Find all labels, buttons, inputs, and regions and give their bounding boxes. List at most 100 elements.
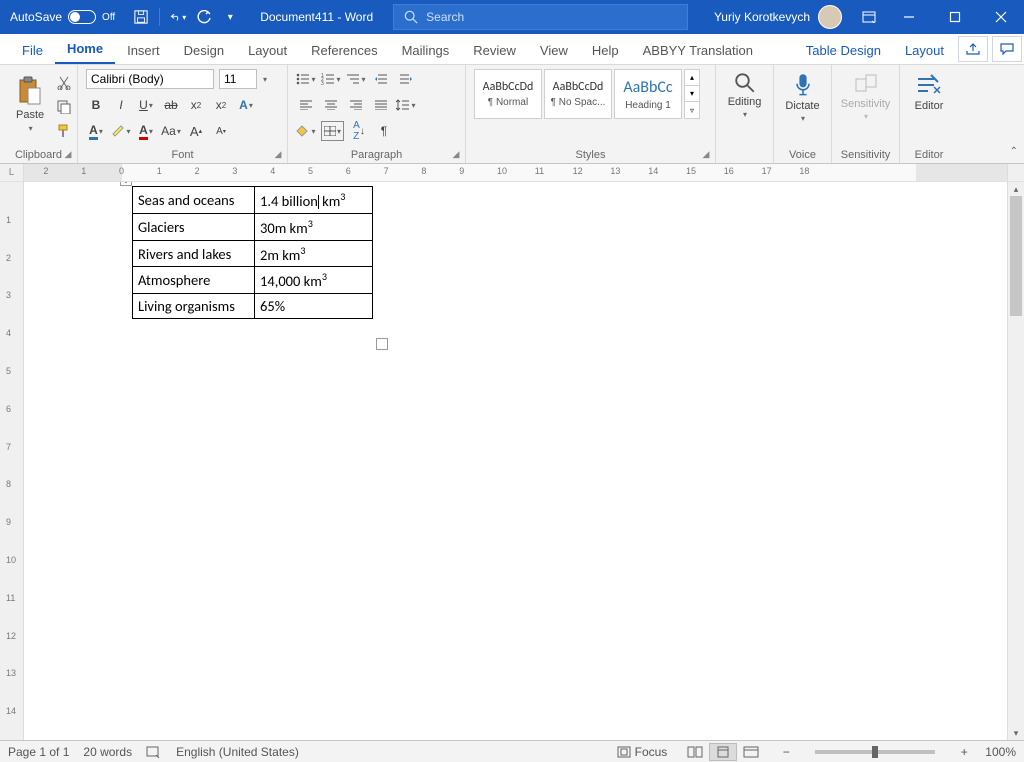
shrink-font-icon[interactable]: A▾: [211, 121, 231, 141]
strikethrough-icon[interactable]: ab: [161, 95, 181, 115]
scroll-up-icon[interactable]: ▴: [1008, 182, 1024, 196]
horizontal-ruler[interactable]: 210123456789101112131415161718: [24, 164, 1007, 181]
sort-icon[interactable]: AZ↓: [349, 121, 369, 141]
highlight-icon[interactable]: ▾: [111, 121, 131, 141]
font-name-input[interactable]: [86, 69, 214, 89]
table-cell[interactable]: Glaciers: [133, 213, 255, 240]
maximize-button[interactable]: [932, 0, 978, 34]
table-cell[interactable]: Seas and oceans: [133, 187, 255, 214]
zoom-slider[interactable]: [815, 750, 935, 754]
dictate-button[interactable]: Dictate▾: [782, 69, 823, 128]
cut-icon[interactable]: [54, 73, 74, 93]
tab-file[interactable]: File: [10, 37, 55, 64]
tab-table-layout[interactable]: Layout: [893, 37, 956, 64]
tab-abbyy[interactable]: ABBYY Translation: [631, 37, 765, 64]
undo-icon[interactable]: ▾: [170, 9, 186, 25]
table-resize-handle-icon[interactable]: [376, 338, 388, 350]
tab-layout[interactable]: Layout: [236, 37, 299, 64]
ribbon-display-options-icon[interactable]: [852, 0, 886, 34]
tab-mailings[interactable]: Mailings: [390, 37, 462, 64]
table-cell[interactable]: Living organisms: [133, 294, 255, 319]
vertical-ruler[interactable]: 1234567891011121314: [0, 182, 24, 740]
align-right-icon[interactable]: [346, 95, 366, 115]
tab-table-design[interactable]: Table Design: [794, 37, 893, 64]
multilevel-list-icon[interactable]: ▾: [346, 69, 366, 89]
user-account[interactable]: Yuriy Korotkevych: [704, 5, 852, 29]
text-effects-icon[interactable]: A▾: [236, 95, 256, 115]
table-row[interactable]: Rivers and lakes2m km3: [133, 240, 373, 267]
styles-gallery[interactable]: AaBbCcDd¶ Normal AaBbCcDd¶ No Spac... Aa…: [474, 69, 707, 119]
scroll-thumb[interactable]: [1010, 196, 1022, 316]
table-move-handle-icon[interactable]: ✥: [120, 182, 132, 186]
tab-help[interactable]: Help: [580, 37, 631, 64]
tab-review[interactable]: Review: [461, 37, 528, 64]
table-cell[interactable]: 1.4 billion km3: [255, 187, 373, 214]
tab-insert[interactable]: Insert: [115, 37, 172, 64]
table-cell[interactable]: 30m km3: [255, 213, 373, 240]
status-page[interactable]: Page 1 of 1: [8, 745, 69, 759]
status-words[interactable]: 20 words: [83, 745, 132, 759]
styles-launcher-icon[interactable]: ◢: [701, 149, 711, 159]
superscript-icon[interactable]: x2: [211, 95, 231, 115]
format-painter-icon[interactable]: [54, 121, 74, 141]
editing-button[interactable]: Editing▾: [724, 69, 765, 124]
underline-icon[interactable]: U▾: [136, 95, 156, 115]
autosave-toggle[interactable]: AutoSave Off: [0, 10, 125, 24]
table-cell[interactable]: 2m km3: [255, 240, 373, 267]
web-layout-icon[interactable]: [737, 743, 765, 761]
redo-icon[interactable]: [196, 9, 212, 25]
table-cell[interactable]: Atmosphere: [133, 267, 255, 294]
status-language[interactable]: English (United States): [176, 745, 299, 759]
close-button[interactable]: [978, 0, 1024, 34]
read-mode-icon[interactable]: [681, 743, 709, 761]
tab-view[interactable]: View: [528, 37, 580, 64]
font-color-icon[interactable]: A▾: [86, 121, 106, 141]
paragraph-launcher-icon[interactable]: ◢: [451, 149, 461, 159]
zoom-level[interactable]: 100%: [985, 745, 1016, 759]
qat-customize-icon[interactable]: ▾: [222, 9, 238, 25]
comments-button[interactable]: [992, 36, 1022, 62]
grow-font-icon[interactable]: A▴: [186, 121, 206, 141]
editor-button[interactable]: Editor: [908, 69, 950, 116]
scroll-down-icon[interactable]: ▾: [1008, 726, 1024, 740]
font-color2-icon[interactable]: A▾: [136, 121, 156, 141]
save-icon[interactable]: [133, 9, 149, 25]
paste-button[interactable]: Paste▾: [8, 69, 52, 141]
styles-gallery-arrows[interactable]: ▴▾▿: [684, 69, 700, 119]
style-no-spacing[interactable]: AaBbCcDd¶ No Spac...: [544, 69, 612, 119]
show-marks-icon[interactable]: ¶: [374, 121, 394, 141]
print-layout-icon[interactable]: [709, 743, 737, 761]
search-box[interactable]: Search: [393, 4, 688, 30]
table-row[interactable]: Living organisms65%: [133, 294, 373, 319]
collapse-ribbon-icon[interactable]: ⌃: [1010, 146, 1018, 157]
spell-check-icon[interactable]: [146, 745, 162, 759]
subscript-icon[interactable]: x2: [186, 95, 206, 115]
table-row[interactable]: Seas and oceans1.4 billion km3: [133, 187, 373, 214]
minimize-button[interactable]: [886, 0, 932, 34]
align-center-icon[interactable]: [321, 95, 341, 115]
line-spacing-icon[interactable]: ▾: [396, 95, 416, 115]
zoom-out-icon[interactable]: −: [779, 745, 793, 759]
bold-icon[interactable]: B: [86, 95, 106, 115]
clipboard-launcher-icon[interactable]: ◢: [63, 149, 73, 159]
share-button[interactable]: [958, 36, 988, 62]
tab-references[interactable]: References: [299, 37, 389, 64]
table-cell[interactable]: Rivers and lakes: [133, 240, 255, 267]
change-case-icon[interactable]: Aa▾: [161, 121, 181, 141]
table-row[interactable]: Glaciers30m km3: [133, 213, 373, 240]
document-canvas[interactable]: ✥ Seas and oceans1.4 billion km3Glaciers…: [24, 182, 1007, 740]
vertical-scrollbar[interactable]: ▴ ▾: [1007, 182, 1024, 740]
font-size-input[interactable]: [219, 69, 257, 89]
italic-icon[interactable]: I: [111, 95, 131, 115]
style-normal[interactable]: AaBbCcDd¶ Normal: [474, 69, 542, 119]
justify-icon[interactable]: [371, 95, 391, 115]
numbering-icon[interactable]: 123▾: [321, 69, 341, 89]
focus-mode[interactable]: Focus: [617, 745, 668, 759]
table-cell[interactable]: 14,000 km3: [255, 267, 373, 294]
table-cell[interactable]: 65%: [255, 294, 373, 319]
increase-indent-icon[interactable]: [396, 69, 416, 89]
align-left-icon[interactable]: [296, 95, 316, 115]
copy-icon[interactable]: [54, 97, 74, 117]
table-row[interactable]: Atmosphere14,000 km3: [133, 267, 373, 294]
shading-icon[interactable]: ▾: [296, 121, 316, 141]
